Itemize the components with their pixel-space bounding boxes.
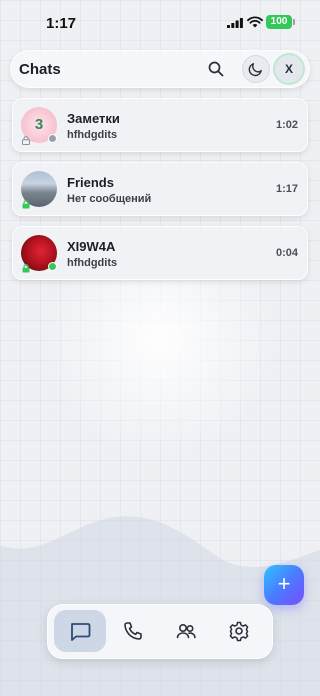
contacts-icon <box>176 624 196 639</box>
chat-item-friends[interactable]: Friends Нет сообщений 1:17 <box>12 162 308 216</box>
chat-item-xi9w4a[interactable]: XI9W4A hfhdgdits 0:04 <box>12 226 308 280</box>
settings-icon <box>229 621 249 642</box>
status-bar: 1:17 100 <box>0 0 320 48</box>
lock-icon <box>22 264 30 273</box>
nav-item-contacts[interactable] <box>160 610 212 652</box>
chat-time: 0:04 <box>275 247 298 259</box>
page-title: Chats <box>19 61 61 78</box>
theme-toggle-button[interactable] <box>242 55 270 83</box>
moon-icon <box>248 63 262 77</box>
chat-item-notes[interactable]: 3 Заметки hfhdgdits 1:02 <box>12 98 308 152</box>
chat-name: Friends <box>67 175 114 190</box>
chat-name: Заметки <box>67 111 120 126</box>
nav-item-settings[interactable] <box>213 610 265 652</box>
wifi-icon <box>247 16 263 28</box>
bottom-nav <box>47 604 273 659</box>
chat-last-message: Нет сообщений <box>67 193 152 205</box>
phone-icon <box>124 622 142 640</box>
chat-last-message: hfhdgdits <box>67 257 118 269</box>
lock-icon <box>22 200 30 209</box>
online-status-dot <box>48 262 57 271</box>
profile-avatar-button[interactable]: X <box>275 55 303 83</box>
status-time: 1:17 <box>46 15 77 32</box>
battery-indicator: 100 <box>266 15 292 29</box>
chat-last-message: hfhdgdits <box>67 129 118 141</box>
chat-icon <box>71 623 91 641</box>
nav-item-chats[interactable] <box>54 610 106 652</box>
lock-icon <box>22 136 30 145</box>
chats-header: Chats X <box>10 50 310 88</box>
chat-time: 1:02 <box>275 119 298 131</box>
chat-name: XI9W4A <box>67 239 116 254</box>
chat-time: 1:17 <box>275 183 298 195</box>
nav-item-calls[interactable] <box>107 610 159 652</box>
search-icon[interactable] <box>207 60 225 78</box>
battery-tip <box>293 19 295 25</box>
signal-icon <box>227 18 243 28</box>
new-chat-button[interactable]: + <box>264 565 304 605</box>
status-dot <box>48 134 57 143</box>
